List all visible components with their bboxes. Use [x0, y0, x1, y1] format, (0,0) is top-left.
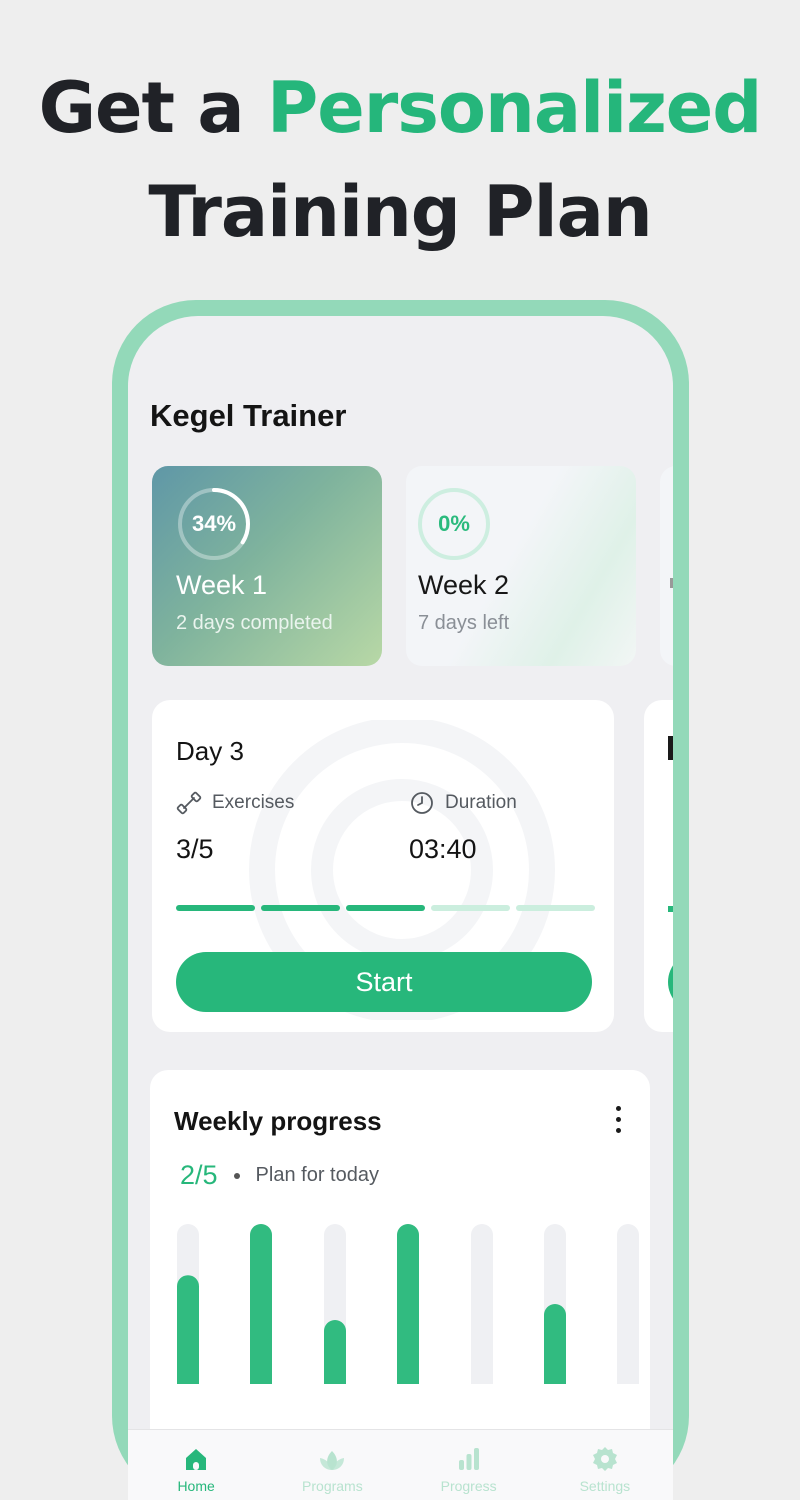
week-card-2[interactable]: 0% Week 2 7 days left: [406, 466, 636, 666]
bar-fill: [324, 1320, 346, 1384]
clock-icon: [411, 792, 433, 814]
home-icon: [186, 1449, 207, 1470]
gear-icon: [592, 1447, 617, 1471]
bar-fill: [250, 1224, 272, 1384]
exercise-progress-segments: [176, 905, 595, 911]
app-title: Kegel Trainer: [150, 398, 347, 433]
day-card: Day 3 Exercises 3/5 Duration 03:40 Start: [152, 700, 614, 1032]
headline-line-2: Training Plan: [148, 171, 652, 253]
weekly-bar-chart: [177, 1224, 639, 1384]
progress-segment: [346, 905, 425, 911]
tab-label: Programs: [302, 1478, 363, 1494]
bar-chart-icon: [458, 1448, 479, 1470]
week-name: Week 1: [176, 570, 268, 600]
bar-track: [471, 1224, 493, 1384]
tab-programs[interactable]: Programs: [264, 1430, 400, 1500]
week-subtitle: 2 days completed: [176, 612, 333, 634]
tab-settings[interactable]: Settings: [537, 1430, 673, 1500]
headline-prefix: Get a: [38, 67, 267, 149]
weekly-progress-title: Weekly progress: [174, 1106, 382, 1136]
progress-segment: [176, 905, 255, 911]
progress-segment: [516, 905, 595, 911]
lotus-icon: [320, 1451, 345, 1470]
next-day-progress-peek: [668, 906, 673, 912]
plan-count: 2/5: [180, 1160, 218, 1190]
duration-value: 03:40: [409, 834, 477, 864]
tab-progress[interactable]: Progress: [401, 1430, 537, 1500]
next-day-card-peek[interactable]: [644, 700, 673, 1032]
headline-line-1: Get a Personalized: [0, 60, 800, 156]
plan-label: Plan for today: [255, 1164, 379, 1186]
duration-stat: Duration 03:40: [409, 790, 517, 865]
tab-label: Settings: [579, 1478, 631, 1494]
plan-summary: 2/5 Plan for today: [180, 1160, 379, 1191]
week-card-3-peek[interactable]: [660, 466, 673, 666]
bar-track: [617, 1224, 639, 1384]
tab-home[interactable]: Home: [128, 1430, 264, 1500]
tab-label: Home: [177, 1478, 215, 1494]
day-title: Day 3: [176, 736, 244, 766]
bar-fill: [544, 1304, 566, 1384]
separator-dot: [233, 1172, 240, 1179]
bottom-tab-bar: Home Programs Progress Settings: [128, 1429, 673, 1500]
headline-accent: Personalized: [266, 67, 762, 149]
progress-segment: [261, 905, 340, 911]
duration-label: Duration: [445, 792, 517, 813]
next-day-start-button-peek[interactable]: [668, 952, 673, 1012]
bar-fill: [177, 1275, 199, 1384]
week-name: Week 2: [418, 570, 510, 600]
week-subtitle: 7 days left: [418, 612, 510, 634]
week-card-peek-text: [670, 578, 673, 588]
weekly-progress-card: Weekly progress 2/5 Plan for today: [150, 1070, 650, 1470]
bar-fill: [397, 1224, 419, 1384]
exercises-label: Exercises: [212, 792, 295, 813]
more-options-icon[interactable]: [614, 1106, 622, 1138]
app-screen: Kegel Trainer 34% Week 1 2 days complete…: [128, 316, 673, 1500]
week-card-1[interactable]: 34% Week 1 2 days completed: [152, 466, 382, 666]
week-percent: 0%: [438, 511, 470, 536]
headline: Get a Personalized Training Plan: [0, 60, 800, 268]
week-percent: 34%: [191, 511, 237, 536]
next-day-title-peek: [668, 736, 673, 760]
exercises-stat: Exercises 3/5: [176, 790, 294, 865]
progress-segment: [431, 905, 510, 911]
exercises-value: 3/5: [176, 834, 214, 864]
start-button[interactable]: Start: [176, 952, 592, 1012]
phone-frame: Kegel Trainer 34% Week 1 2 days complete…: [112, 300, 689, 1500]
dumbbell-icon: [176, 791, 202, 815]
tab-label: Progress: [440, 1478, 497, 1494]
